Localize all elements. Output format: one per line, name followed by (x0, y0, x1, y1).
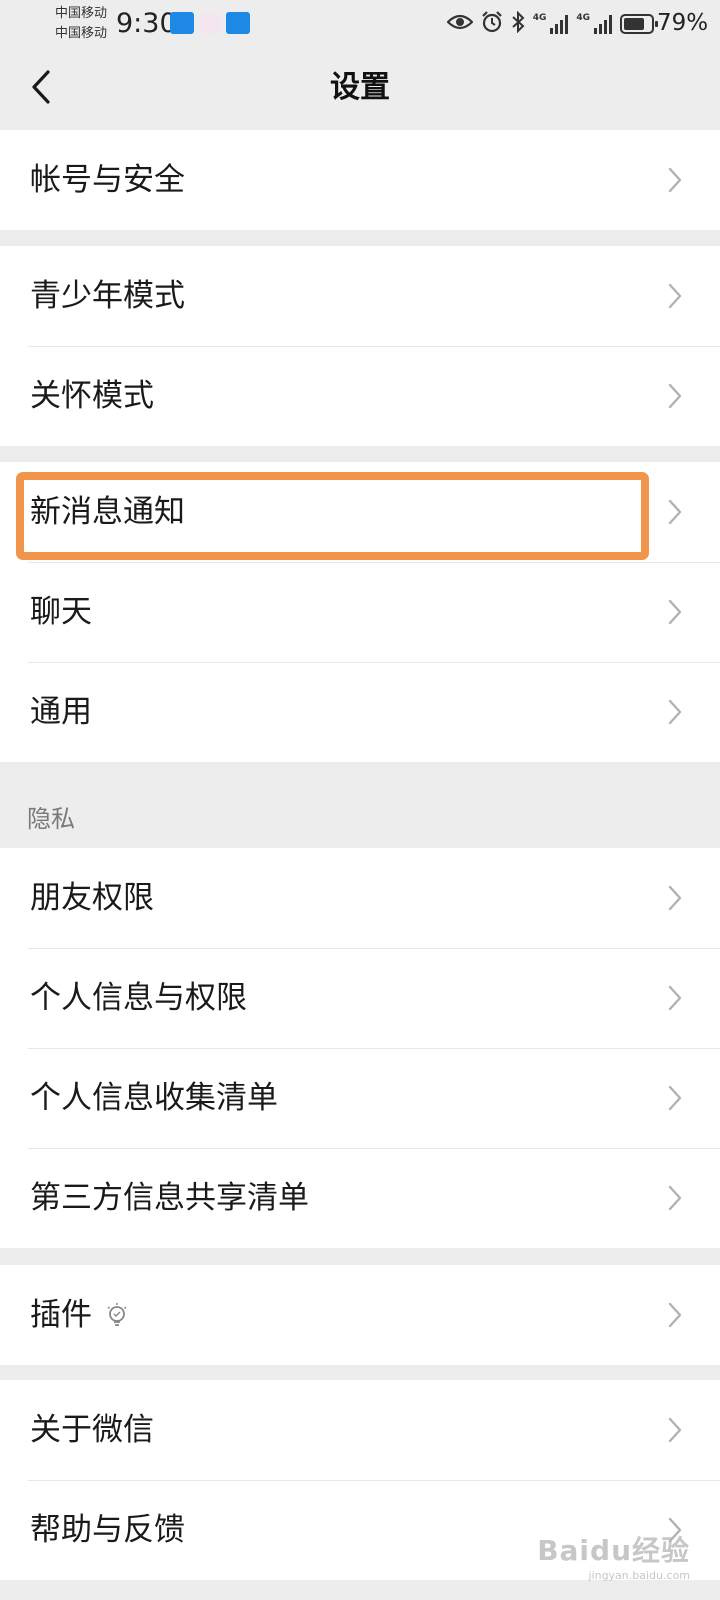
alarm-icon (481, 10, 503, 38)
setting-label: 帮助与反馈 (30, 1512, 185, 1548)
setting-label: 新消息通知 (30, 494, 185, 530)
chevron-right-icon (668, 1085, 682, 1111)
setting-label: 插件 (30, 1297, 92, 1333)
chevron-right-icon (668, 499, 682, 525)
setting-teen-mode[interactable]: 青少年模式 (0, 246, 720, 346)
setting-care-mode[interactable]: 关怀模式 (0, 346, 720, 446)
battery-level (624, 18, 644, 30)
setting-label: 青少年模式 (30, 278, 185, 314)
status-bar: 中国移动 中国移动 9:30 4G 4G 79% (0, 0, 720, 48)
chevron-right-icon (668, 167, 682, 193)
setting-about-wechat[interactable]: 关于微信 (0, 1380, 720, 1480)
settings-group-modes: 青少年模式 关怀模式 (0, 246, 720, 446)
battery-percent: 79% (657, 10, 709, 36)
eye-icon (446, 12, 474, 36)
settings-group-plugins: 插件 (0, 1265, 720, 1365)
setting-general[interactable]: 通用 (0, 662, 720, 762)
lightbulb-icon (107, 1303, 127, 1326)
app-notification-icon (170, 12, 194, 34)
chevron-right-icon (668, 283, 682, 309)
setting-label: 帐号与安全 (30, 162, 185, 198)
watermark-sub: jingyan.baidu.com (588, 1569, 690, 1582)
chevron-right-icon (668, 885, 682, 911)
setting-friend-permissions[interactable]: 朋友权限 (0, 848, 720, 948)
signal-icon: 4G (533, 14, 569, 34)
system-icons: 4G 4G (446, 10, 658, 38)
chevron-right-icon (668, 383, 682, 409)
section-header-privacy: 隐私 (27, 805, 75, 833)
setting-chat[interactable]: 聊天 (0, 562, 720, 662)
chevron-right-icon (668, 1417, 682, 1443)
signal-icon: 4G (576, 14, 612, 34)
navigation-bar: 设置 (0, 48, 720, 130)
setting-label: 关于微信 (30, 1412, 154, 1448)
setting-plugins[interactable]: 插件 (0, 1265, 720, 1365)
setting-label: 第三方信息共享清单 (30, 1180, 309, 1216)
carrier-1: 中国移动 (55, 6, 108, 21)
app-notification-icon (226, 12, 250, 34)
settings-group-privacy: 朋友权限 个人信息与权限 个人信息收集清单 第三方信息共享清单 (0, 848, 720, 1248)
flower-app-icon (199, 12, 223, 34)
setting-label: 聊天 (30, 594, 92, 630)
carrier-2: 中国移动 (55, 26, 108, 41)
chevron-right-icon (668, 699, 682, 725)
setting-personal-info-collection-list[interactable]: 个人信息收集清单 (0, 1048, 720, 1148)
setting-third-party-sharing-list[interactable]: 第三方信息共享清单 (0, 1148, 720, 1248)
chevron-right-icon (668, 599, 682, 625)
chevron-right-icon (668, 1185, 682, 1211)
setting-account-security[interactable]: 帐号与安全 (0, 130, 720, 230)
carrier-labels: 中国移动 中国移动 (55, 4, 107, 44)
settings-group-general: 新消息通知 聊天 通用 (0, 462, 720, 762)
setting-label: 通用 (30, 694, 92, 730)
chevron-right-icon (668, 1302, 682, 1328)
chevron-right-icon (668, 985, 682, 1011)
setting-new-message-notification[interactable]: 新消息通知 (0, 462, 720, 562)
setting-label: 个人信息与权限 (30, 980, 247, 1016)
page-title: 设置 (330, 70, 390, 105)
watermark-main: Baidu经验 (537, 1534, 690, 1567)
setting-label: 关怀模式 (30, 378, 154, 414)
bluetooth-icon (511, 10, 525, 38)
setting-personal-info-permissions[interactable]: 个人信息与权限 (0, 948, 720, 1048)
battery-icon (620, 14, 658, 34)
baidu-watermark: Baidu经验 jingyan.baidu.com (537, 1529, 690, 1582)
settings-group-account: 帐号与安全 (0, 130, 720, 230)
setting-label: 个人信息收集清单 (30, 1080, 278, 1116)
setting-label: 朋友权限 (30, 880, 154, 916)
status-time: 9:30 (116, 8, 177, 39)
